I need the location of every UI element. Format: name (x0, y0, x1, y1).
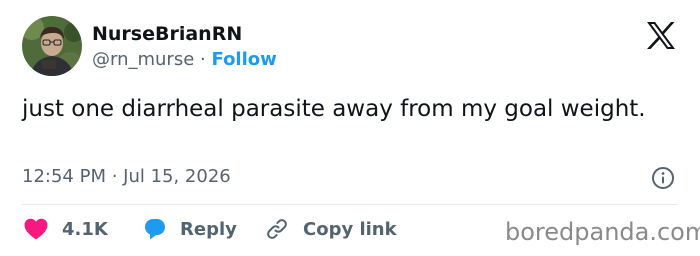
follow-button[interactable]: Follow (212, 49, 277, 70)
watermark: boredpanda.com (505, 218, 700, 246)
like-button[interactable]: 4.1K (24, 217, 108, 241)
reply-label: Reply (180, 218, 237, 240)
tweet-text: just one diarrheal parasite away from my… (22, 96, 646, 122)
copy-link-button[interactable]: Copy link (265, 217, 397, 241)
heart-icon (24, 218, 48, 240)
reply-button[interactable]: Reply (144, 217, 237, 241)
author-handle[interactable]: @rn_murse (92, 49, 194, 70)
avatar-photo (22, 16, 82, 76)
author-handle-line: @rn_murse · Follow (92, 49, 277, 71)
handle-separator: · (200, 49, 206, 70)
x-logo-icon[interactable] (646, 22, 676, 49)
avatar[interactable] (22, 16, 82, 76)
tweet-timestamp[interactable]: 12:54 PM · Jul 15, 2026 (22, 166, 231, 188)
info-icon[interactable] (651, 166, 675, 190)
copy-link-label: Copy link (303, 218, 397, 240)
like-count: 4.1K (62, 218, 108, 240)
speech-bubble-icon (145, 219, 165, 240)
link-icon (267, 219, 287, 239)
divider (22, 204, 678, 205)
author-display-name[interactable]: NurseBrianRN (92, 22, 242, 46)
